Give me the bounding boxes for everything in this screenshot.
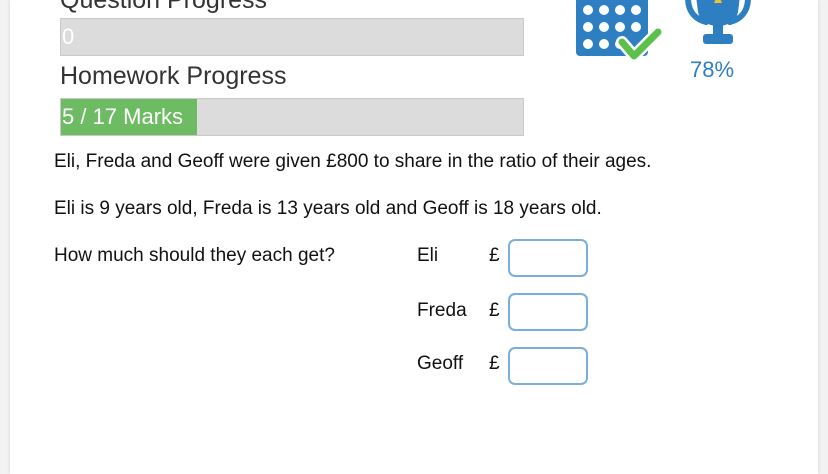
currency-symbol: £ — [489, 353, 500, 374]
homework-progress-value: 5 / 17 Marks — [62, 104, 184, 129]
currency-symbol: £ — [489, 300, 500, 321]
question-progress-value: 0 — [62, 24, 75, 49]
answer-label-freda: Freda — [417, 300, 467, 321]
question-prompt: How much should they each get? — [54, 245, 335, 266]
homework-progress-label: Homework Progress — [60, 62, 287, 90]
calendar-grid-check-icon — [576, 0, 664, 62]
geoff-amount-input[interactable] — [508, 347, 588, 385]
answer-label-eli: Eli — [417, 245, 439, 266]
question-line-2: Eli is 9 years old, Freda is 13 years ol… — [54, 198, 602, 219]
currency-symbol: £ — [489, 245, 500, 266]
question-progress-label: Question Progress — [60, 0, 268, 14]
question-line-1: Eli, Freda and Geoff were given £800 to … — [54, 151, 652, 172]
homework-progress-bar: 5 / 17 Marks — [60, 98, 524, 136]
question-progress-bar: 0 — [60, 18, 524, 56]
freda-amount-input[interactable] — [508, 293, 588, 331]
trophy-icon — [685, 0, 751, 44]
eli-amount-input[interactable] — [508, 239, 588, 277]
homework-page: Question Progress 0 Homework Progress 5 … — [10, 0, 818, 474]
score-percent: 78% — [690, 57, 735, 82]
answer-label-geoff: Geoff — [417, 353, 464, 374]
